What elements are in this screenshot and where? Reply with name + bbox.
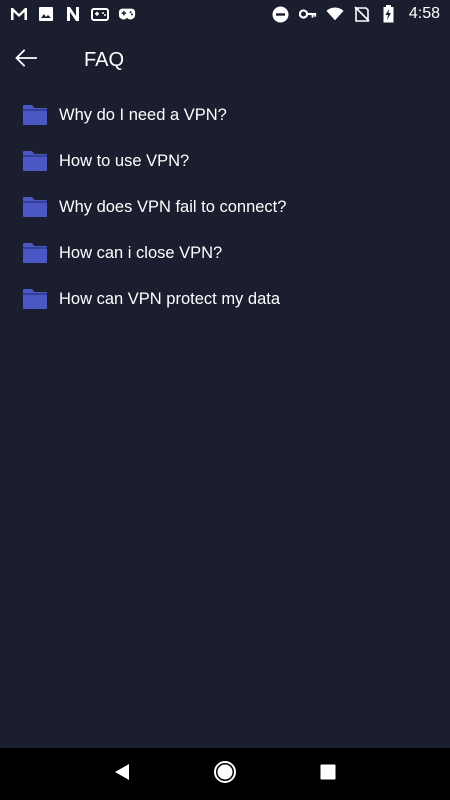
status-time: 4:58 [408,5,440,22]
faq-item-label: Why do I need a VPN? [59,105,227,124]
arrow-left-icon [15,48,37,72]
vpn-key-icon [298,6,317,22]
recents-square-icon [320,764,336,785]
nav-back-button[interactable] [98,750,146,798]
folder-icon [22,196,48,218]
faq-item-vpn-protect-data[interactable]: How can VPN protect my data [0,276,450,322]
folder-icon [22,242,48,264]
folder-icon [22,288,48,310]
wifi-icon [326,6,344,22]
back-triangle-icon [114,763,130,786]
faq-item-how-to-use-vpn[interactable]: How to use VPN? [0,138,450,184]
battery-charging-icon [380,5,398,23]
folder-icon [22,104,48,126]
status-bar: 4:58 [0,0,450,28]
nav-recents-button[interactable] [304,750,352,798]
faq-item-label: How to use VPN? [59,151,190,170]
faq-item-label: Why does VPN fail to connect? [59,197,287,216]
status-left-icons [10,6,136,22]
folder-icon [22,150,48,172]
home-circle-icon [213,760,237,789]
image-icon [37,6,55,22]
game-controller-icon [91,6,109,22]
faq-list: Why do I need a VPN? How to use VPN? Why… [0,92,450,322]
back-button[interactable] [0,34,52,86]
faq-item-close-vpn[interactable]: How can i close VPN? [0,230,450,276]
gmail-icon [10,6,28,22]
status-right-icons: 4:58 [272,5,440,23]
faq-item-label: How can i close VPN? [59,243,223,262]
n-app-icon [64,6,82,22]
toolbar: FAQ [0,28,450,92]
faq-item-why-need-vpn[interactable]: Why do I need a VPN? [0,92,450,138]
nav-home-button[interactable] [201,750,249,798]
faq-item-vpn-fail-connect[interactable]: Why does VPN fail to connect? [0,184,450,230]
navigation-bar [0,748,450,800]
page-title: FAQ [84,48,125,71]
do-not-disturb-icon [272,6,290,22]
no-sim-icon [353,6,371,22]
gamepad-icon [118,6,136,22]
faq-item-label: How can VPN protect my data [59,289,281,308]
